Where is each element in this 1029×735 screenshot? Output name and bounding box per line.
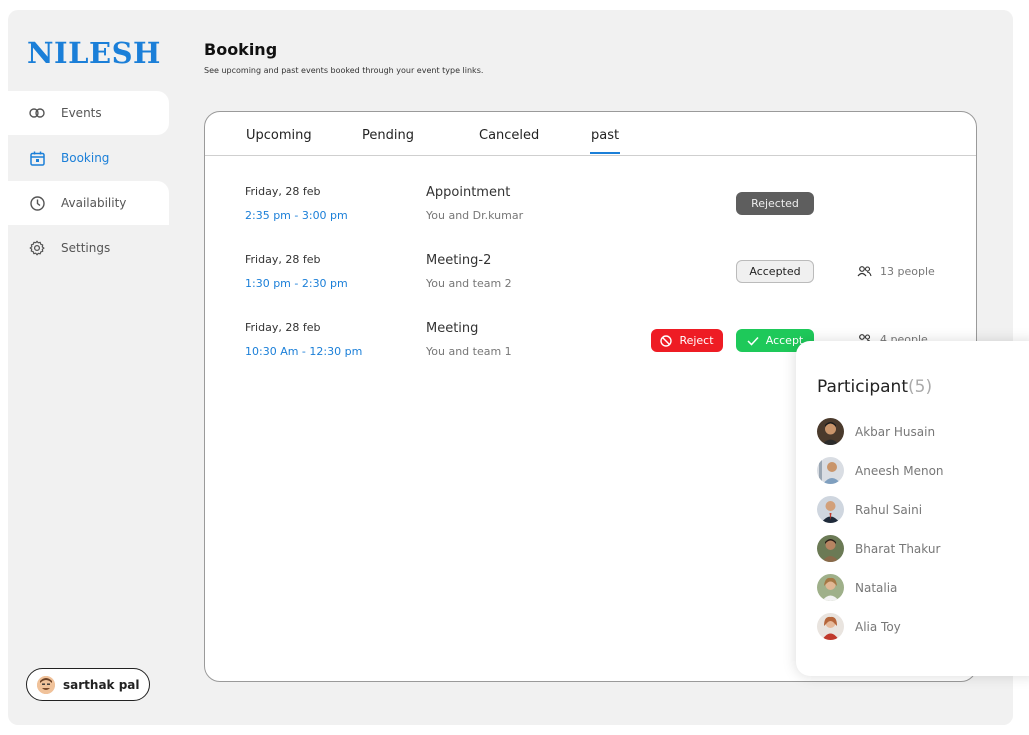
link-icon <box>27 103 47 123</box>
calendar-icon <box>27 148 47 168</box>
sidebar-item-events[interactable]: Events <box>8 91 169 135</box>
participant-popup: Participant(5) Akbar Husain Aneesh Menon… <box>796 341 1029 676</box>
avatar <box>817 535 844 562</box>
avatar <box>817 496 844 523</box>
reject-button[interactable]: Reject <box>651 329 723 352</box>
participant-name: Alia Toy <box>855 619 901 634</box>
sidebar-item-availability[interactable]: Availability <box>8 181 169 225</box>
tab-pending[interactable]: Pending <box>362 128 414 143</box>
participant-name: Akbar Husain <box>855 424 936 439</box>
booking-title: Appointment <box>426 185 511 200</box>
sidebar-item-label: Settings <box>61 241 111 255</box>
status-badge: Accepted <box>736 260 814 283</box>
booking-title: Meeting <box>426 321 479 336</box>
tab-bar: Upcoming Pending Canceled past <box>205 112 976 156</box>
booking-attendees: You and team 1 <box>426 345 512 358</box>
page-title: Booking <box>204 40 278 59</box>
booking-date: Friday, 28 feb <box>245 185 321 198</box>
tab-upcoming[interactable]: Upcoming <box>246 128 312 143</box>
booking-date: Friday, 28 feb <box>245 321 321 334</box>
tab-past[interactable]: past <box>589 128 621 154</box>
people-count[interactable]: 13 people <box>857 265 935 278</box>
avatar <box>817 457 844 484</box>
user-profile-button[interactable]: sarthak pal <box>26 668 150 701</box>
participant-item[interactable]: Aneesh Menon <box>817 457 944 484</box>
avatar <box>817 574 844 601</box>
participant-name: Bharat Thakur <box>855 541 941 556</box>
status-badge: Rejected <box>736 192 814 215</box>
booking-title: Meeting-2 <box>426 253 492 268</box>
sidebar-item-label: Booking <box>61 151 110 165</box>
people-icon <box>857 266 872 277</box>
user-name: sarthak pal <box>63 677 140 692</box>
participant-item[interactable]: Bharat Thakur <box>817 535 940 562</box>
booking-time: 1:30 pm - 2:30 pm <box>245 277 348 290</box>
sidebar-item-settings[interactable]: Settings <box>8 226 169 270</box>
booking-time: 10:30 Am - 12:30 pm <box>245 345 363 358</box>
accept-label: Accept <box>765 334 804 347</box>
avatar <box>817 613 844 640</box>
page-subtitle: See upcoming and past events booked thro… <box>204 66 484 75</box>
participant-popup-title: Participant(5) <box>817 377 933 397</box>
participant-name: Natalia <box>855 580 898 595</box>
gear-icon <box>27 238 47 258</box>
sidebar-item-booking[interactable]: Booking <box>8 136 169 180</box>
participant-item[interactable]: Natalia <box>817 574 897 601</box>
clock-icon <box>27 193 47 213</box>
reject-label: Reject <box>679 334 714 347</box>
booking-time: 2:35 pm - 3:00 pm <box>245 209 348 222</box>
participant-name: Aneesh Menon <box>855 463 944 478</box>
booking-attendees: You and Dr.kumar <box>426 209 524 222</box>
participant-name: Rahul Saini <box>855 502 923 517</box>
people-count-label: 13 people <box>880 265 935 278</box>
tab-canceled[interactable]: Canceled <box>479 128 539 143</box>
sidebar: NILESH Events Booking Availability Setti… <box>8 10 169 725</box>
avatar <box>817 418 844 445</box>
check-icon <box>747 336 759 346</box>
participant-item[interactable]: Rahul Saini <box>817 496 922 523</box>
avatar <box>37 675 55 694</box>
participant-item[interactable]: Akbar Husain <box>817 418 935 445</box>
booking-date: Friday, 28 feb <box>245 253 321 266</box>
participant-count: (5) <box>908 377 933 397</box>
participant-item[interactable]: Alia Toy <box>817 613 901 640</box>
sidebar-item-label: Availability <box>61 196 127 210</box>
sidebar-item-label: Events <box>61 106 102 120</box>
app-logo: NILESH <box>27 36 161 70</box>
booking-attendees: You and team 2 <box>426 277 512 290</box>
ban-icon <box>660 334 673 347</box>
